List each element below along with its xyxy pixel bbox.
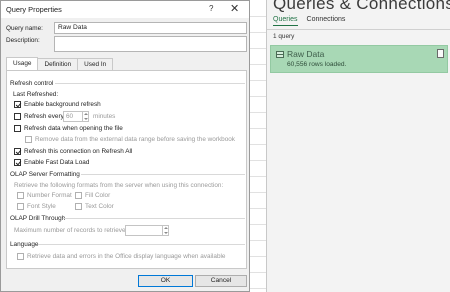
- display-language-checkbox[interactable]: [17, 253, 24, 260]
- ok-button[interactable]: OK: [138, 275, 193, 287]
- divider: [55, 83, 245, 84]
- query-count: 1 query: [273, 33, 295, 40]
- remove-data-label: Remove data from the external data range…: [35, 136, 236, 143]
- refresh-all-label[interactable]: Refresh this connection on Refresh All: [24, 148, 132, 155]
- tab-connections[interactable]: Connections: [307, 16, 346, 26]
- description-input[interactable]: [54, 36, 247, 52]
- help-icon[interactable]: ?: [209, 4, 213, 13]
- usage-panel: Refresh control Last Refreshed: Enable b…: [6, 70, 247, 269]
- query-name-label: Query name:: [6, 25, 43, 32]
- language-heading: Language: [10, 241, 39, 248]
- cancel-button[interactable]: Cancel: [195, 275, 247, 287]
- dialog-titlebar: Query Properties ? ✕: [1, 1, 249, 18]
- text-color-checkbox[interactable]: [75, 203, 82, 210]
- table-icon: [276, 51, 284, 58]
- refresh-minutes-stepper[interactable]: 60: [63, 111, 89, 122]
- display-language-label: Retrieve data and errors in the Office d…: [27, 253, 226, 260]
- divider: [63, 218, 245, 219]
- dialog-title: Query Properties: [6, 5, 62, 14]
- fill-color-checkbox[interactable]: [75, 192, 82, 199]
- refresh-on-open-label[interactable]: Refresh data when opening the file: [24, 125, 123, 132]
- max-records-label: Maximum number of records to retrieve:: [14, 227, 128, 234]
- number-format-checkbox[interactable]: [17, 192, 24, 199]
- spin-down-icon[interactable]: [164, 232, 168, 234]
- text-color-label: Text Color: [85, 203, 114, 210]
- pane-divider: [267, 29, 450, 30]
- query-item-status: 60,556 rows loaded.: [287, 61, 347, 68]
- last-refreshed-label: Last Refreshed:: [13, 91, 59, 98]
- refresh-every-checkbox[interactable]: [14, 113, 21, 120]
- refresh-control-heading: Refresh control: [10, 80, 54, 87]
- font-style-label: Font Style: [27, 203, 56, 210]
- query-properties-dialog: Query Properties ? ✕ Query name: Raw Dat…: [0, 0, 250, 292]
- pane-title: Queries & Connections: [273, 0, 450, 13]
- max-records-stepper[interactable]: [125, 225, 169, 236]
- retrieve-formats-label: Retrieve the following formats from the …: [14, 182, 224, 189]
- divider: [38, 244, 245, 245]
- enable-background-refresh-checkbox[interactable]: [14, 101, 21, 108]
- spin-down-icon[interactable]: [84, 118, 88, 120]
- queries-connections-pane: Queries & Connections Queries Connection…: [266, 0, 450, 292]
- divider: [81, 174, 245, 175]
- description-label: Description:: [6, 37, 40, 44]
- remove-data-checkbox[interactable]: [25, 136, 32, 143]
- olap-drill-heading: OLAP Drill Through: [10, 215, 66, 222]
- tab-queries[interactable]: Queries: [273, 16, 298, 26]
- document-icon[interactable]: [437, 49, 444, 58]
- tab-used-in[interactable]: Used In: [77, 58, 114, 70]
- query-name-input[interactable]: Raw Data: [54, 22, 247, 34]
- minutes-label: minutes: [93, 113, 116, 120]
- refresh-every-label[interactable]: Refresh every: [24, 113, 64, 120]
- query-item-name: Raw Data: [287, 49, 325, 59]
- fill-color-label: Fill Color: [85, 192, 111, 199]
- close-icon[interactable]: ✕: [230, 2, 239, 15]
- tab-usage[interactable]: Usage: [6, 57, 39, 70]
- number-format-label: Number Format: [27, 192, 72, 199]
- refresh-minutes-value: 60: [66, 113, 74, 120]
- fast-data-load-label[interactable]: Enable Fast Data Load: [24, 159, 89, 166]
- font-style-checkbox[interactable]: [17, 203, 24, 210]
- fast-data-load-checkbox[interactable]: [14, 159, 21, 166]
- spin-up-icon[interactable]: [164, 227, 168, 229]
- olap-formatting-heading: OLAP Server Formatting: [10, 171, 80, 178]
- refresh-on-open-checkbox[interactable]: [14, 125, 21, 132]
- tab-definition[interactable]: Definition: [37, 58, 79, 70]
- refresh-all-checkbox[interactable]: [14, 148, 21, 155]
- sheet-grid: [248, 0, 267, 292]
- spin-up-icon[interactable]: [84, 113, 88, 115]
- query-item-raw-data[interactable]: Raw Data 60,556 rows loaded.: [270, 45, 448, 73]
- enable-background-refresh-label[interactable]: Enable background refresh: [24, 101, 101, 108]
